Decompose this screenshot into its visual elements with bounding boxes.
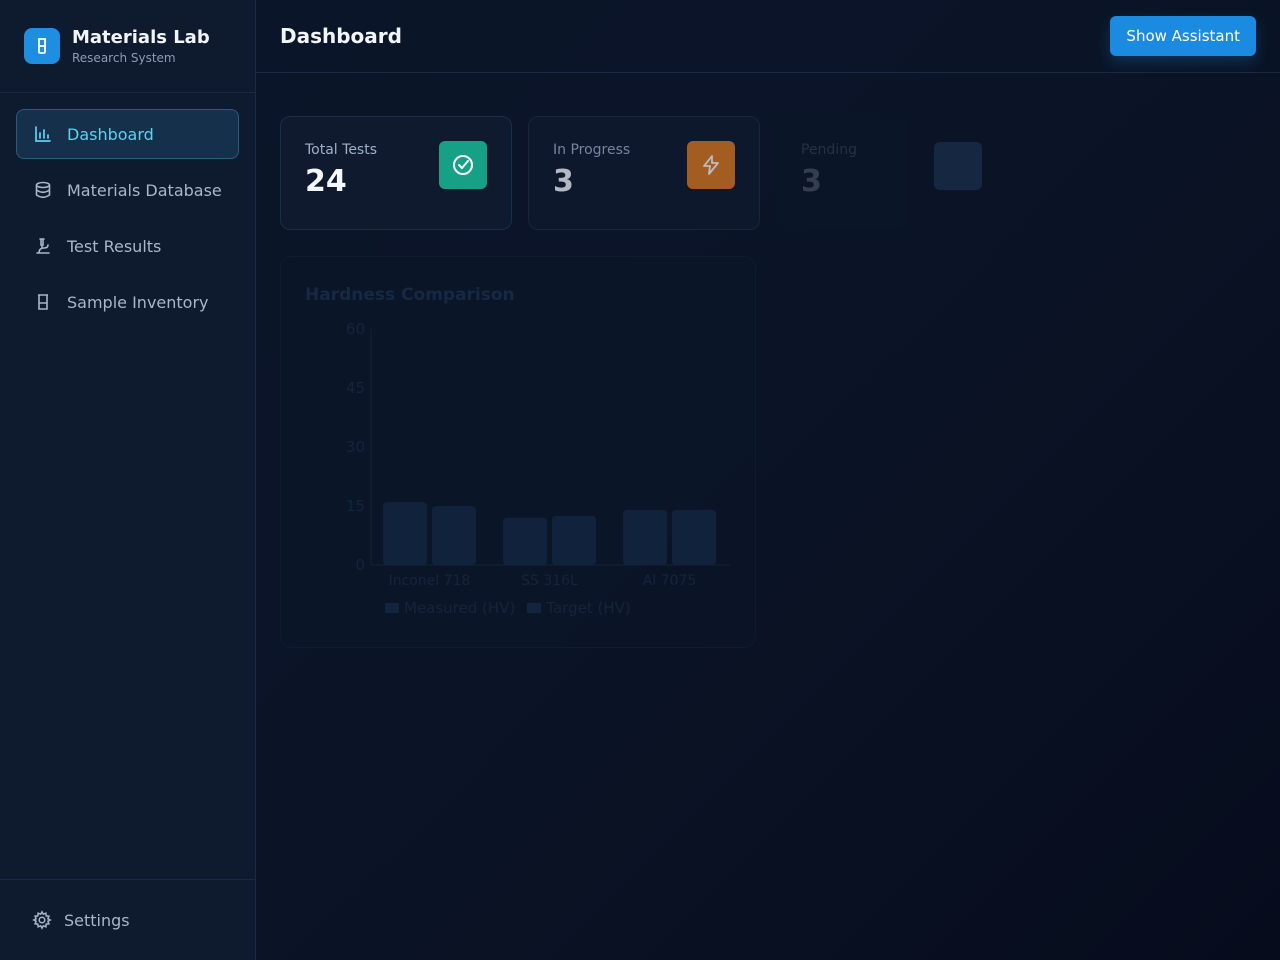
legend-swatch <box>385 603 399 613</box>
bar-target <box>672 509 716 565</box>
sidebar-item-label: Sample Inventory <box>67 292 209 312</box>
microscope-icon <box>33 236 53 256</box>
sidebar-item-materials-database[interactable]: Materials Database <box>16 165 239 215</box>
bar-target <box>552 515 596 565</box>
legend-item-measured: Measured (HV) <box>385 599 515 617</box>
y-tick-label: 0 <box>355 556 365 574</box>
bar-target <box>432 506 476 565</box>
beaker-icon <box>33 292 53 312</box>
x-tick-label: Al 7075 <box>643 573 697 589</box>
app-title: Materials Lab <box>72 26 210 48</box>
x-tick-label: Inconel 718 <box>389 573 471 589</box>
hardness-chart-card: Hardness Comparison 0 15 30 45 60 Inconel 718… <box>280 256 756 648</box>
stat-value: 3 <box>801 164 822 199</box>
gear-icon <box>32 910 52 930</box>
hardness-chart: 0 15 30 45 60 Inconel 718 SS 316L Al 7075 <box>346 320 731 589</box>
bar-measured <box>503 517 547 565</box>
check-circle-icon <box>439 141 487 189</box>
y-tick-label: 45 <box>346 379 365 397</box>
page-title: Dashboard <box>280 24 402 48</box>
database-icon <box>33 180 53 200</box>
y-tick-label: 30 <box>346 438 365 456</box>
legend-label: Target (HV) <box>546 599 631 617</box>
clock-icon <box>934 142 982 190</box>
bar-measured <box>383 502 427 565</box>
lightning-icon <box>687 141 735 189</box>
sidebar-item-dashboard[interactable]: Dashboard <box>16 109 239 159</box>
stat-label: Pending <box>801 142 857 158</box>
main-content: Dashboard Show Assistant Total Tests 24 … <box>256 0 1280 960</box>
bar-chart-icon <box>33 124 53 144</box>
sidebar: Materials Lab Research System Dashboard … <box>0 0 256 960</box>
sidebar-nav: Dashboard Materials Database Test Result… <box>0 93 255 349</box>
legend-swatch <box>527 603 542 613</box>
stat-card-pending: Pending 3 <box>776 116 906 230</box>
sidebar-item-label: Test Results <box>67 236 162 256</box>
stats-cards: Total Tests 24 In Progress 3 Pending 3 <box>280 116 982 230</box>
settings-label: Settings <box>64 910 130 930</box>
brand: Materials Lab Research System <box>0 0 255 93</box>
stat-card-in-progress: In Progress 3 <box>528 116 760 230</box>
sidebar-item-test-results[interactable]: Test Results <box>16 221 239 271</box>
sidebar-item-sample-inventory[interactable]: Sample Inventory <box>16 277 239 327</box>
beaker-icon <box>24 28 60 64</box>
chart-legend: Measured (HV) Target (HV) <box>385 599 643 617</box>
bar-measured <box>623 509 667 565</box>
y-tick-label: 15 <box>346 497 365 515</box>
top-bar: Dashboard Show Assistant <box>256 0 1280 73</box>
stat-card-total-tests: Total Tests 24 <box>280 116 512 230</box>
y-tick-label: 60 <box>346 320 365 338</box>
legend-item-target: Target (HV) <box>527 599 631 617</box>
legend-label: Measured (HV) <box>404 599 516 617</box>
app-subtitle: Research System <box>72 50 176 65</box>
sidebar-item-label: Dashboard <box>67 124 154 144</box>
sidebar-item-label: Materials Database <box>67 180 222 200</box>
x-tick-label: SS 316L <box>521 573 578 589</box>
settings-link[interactable]: Settings <box>0 879 255 960</box>
show-assistant-button[interactable]: Show Assistant <box>1110 16 1256 56</box>
